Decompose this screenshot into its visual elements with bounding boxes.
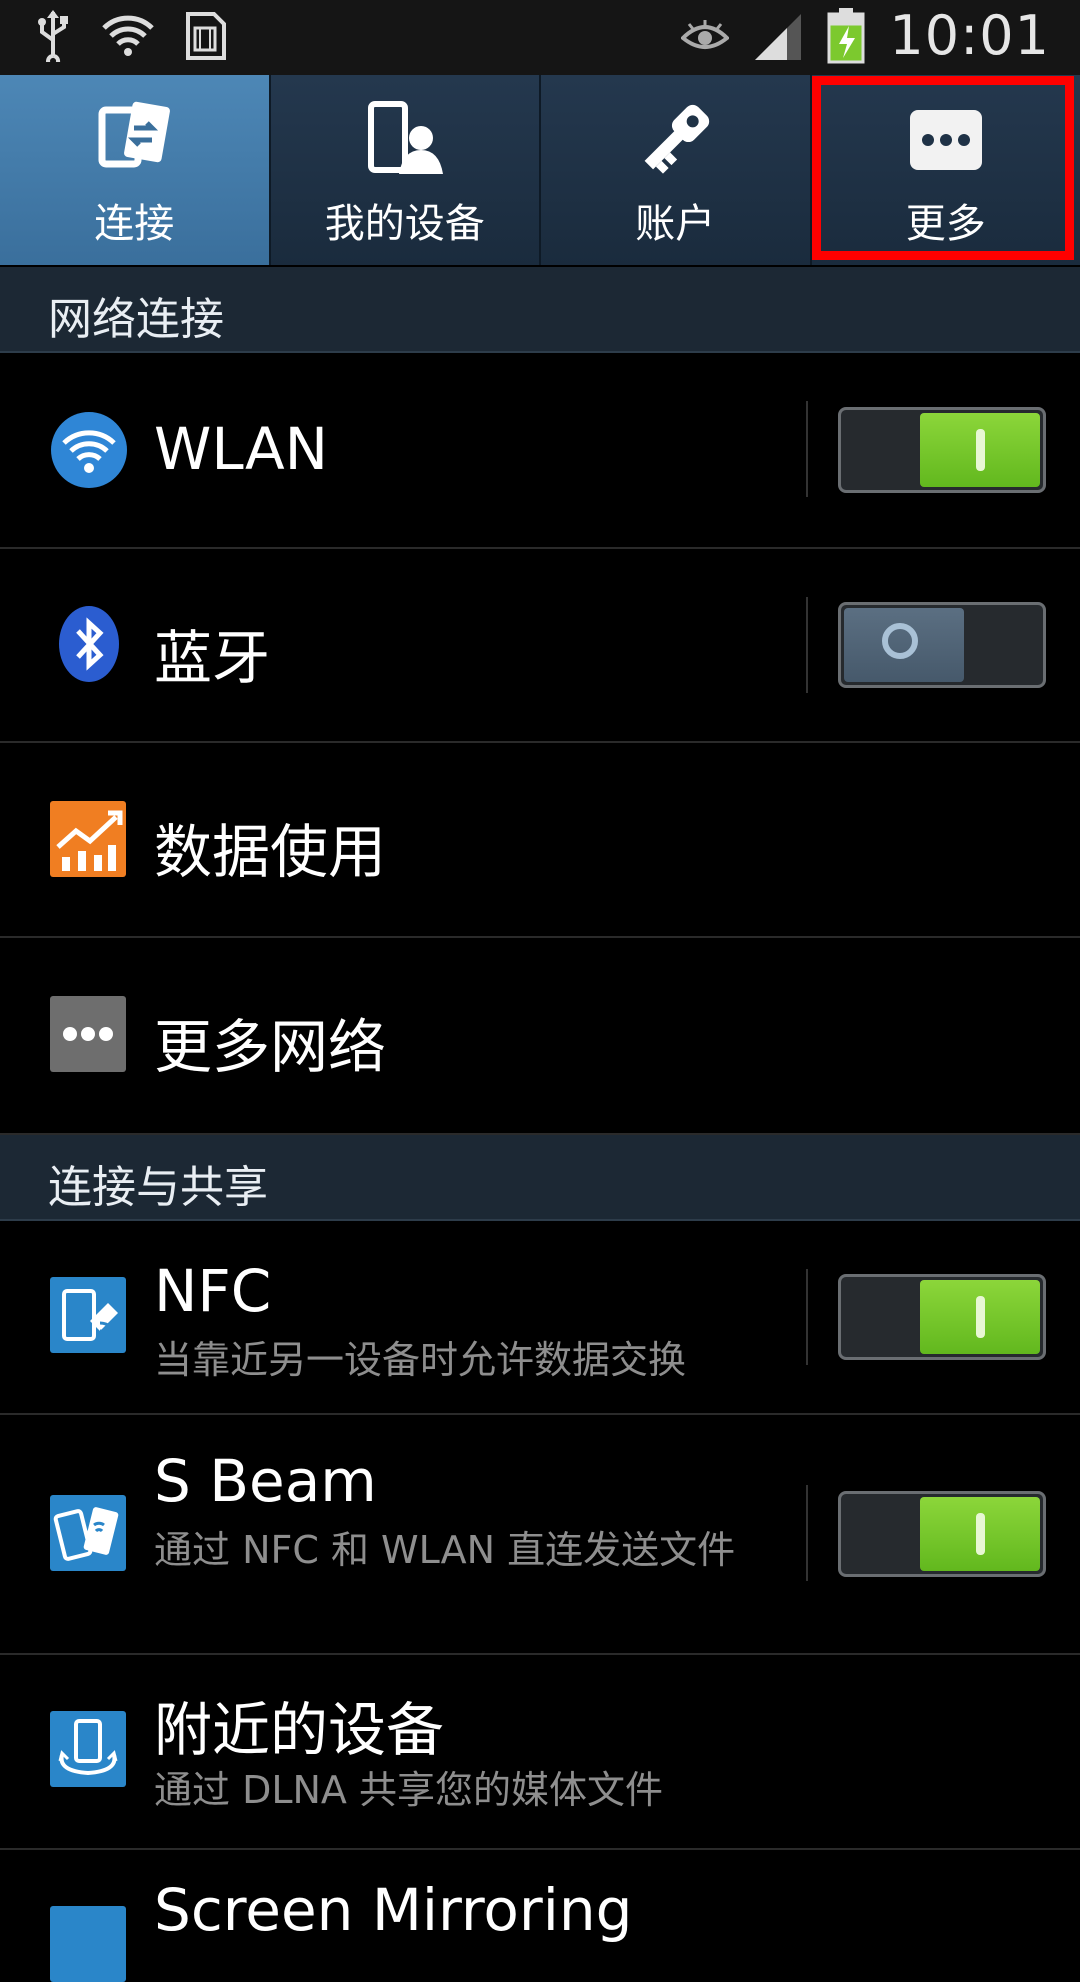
screen-mirroring-title: Screen Mirroring: [154, 1876, 632, 1944]
bluetooth-toggle[interactable]: [838, 602, 1046, 688]
sim-icon: [184, 10, 228, 62]
nfc-subtitle: 当靠近另一设备时允许数据交换: [154, 1335, 774, 1385]
section-header-network: 网络连接: [0, 267, 1080, 353]
screen-mirroring-icon: [50, 1906, 126, 1982]
nfc-title: NFC: [154, 1257, 271, 1325]
bluetooth-title: 蓝牙: [154, 611, 270, 695]
section-header-sharing: 连接与共享: [0, 1135, 1080, 1221]
more-networks-icon: [50, 996, 126, 1072]
list-item-s-beam[interactable]: S Beam 通过 NFC 和 WLAN 直连发送文件: [0, 1415, 1080, 1655]
nfc-icon: [50, 1277, 126, 1353]
eye-icon: [681, 18, 729, 54]
list-item-nfc[interactable]: NFC 当靠近另一设备时允许数据交换: [0, 1221, 1080, 1415]
toggle-knob: [920, 1280, 1040, 1354]
divider: [806, 1485, 808, 1581]
list-item-wlan[interactable]: WLAN: [0, 353, 1080, 549]
settings-tab-bar: 连接 我的设备 账户 更多: [0, 75, 1080, 265]
status-bar: 10:01: [0, 0, 1080, 75]
clock: 10:01: [889, 4, 1050, 67]
toggle-knob: [920, 413, 1040, 487]
tab-accounts[interactable]: 账户: [541, 75, 812, 265]
key-icon: [635, 100, 715, 178]
nearby-devices-subtitle: 通过 DLNA 共享您的媒体文件: [154, 1765, 774, 1815]
tab-label: 账户: [635, 191, 715, 249]
list-item-nearby-devices[interactable]: 附近的设备 通过 DLNA 共享您的媒体文件: [0, 1655, 1080, 1850]
usb-icon: [34, 10, 72, 62]
nearby-devices-icon: [50, 1711, 126, 1787]
list-item-bluetooth[interactable]: 蓝牙: [0, 549, 1080, 743]
list-item-data-usage[interactable]: 数据使用: [0, 743, 1080, 938]
my-device-icon: [365, 100, 445, 178]
list-item-screen-mirroring[interactable]: Screen Mirroring: [0, 1850, 1080, 1970]
connections-icon: [94, 100, 174, 178]
tab-label: 更多: [906, 191, 986, 249]
tab-my-device[interactable]: 我的设备: [271, 75, 542, 265]
divider: [806, 401, 808, 497]
tab-more[interactable]: 更多: [812, 75, 1080, 265]
divider: [806, 1269, 808, 1365]
wifi-question-icon: [102, 14, 154, 58]
nfc-toggle[interactable]: [838, 1274, 1046, 1360]
tab-connections[interactable]: 连接: [0, 75, 271, 265]
signal-icon: [753, 10, 803, 62]
section-title: 连接与共享: [48, 1151, 268, 1215]
tab-label: 我的设备: [325, 191, 485, 249]
wlan-toggle[interactable]: [838, 407, 1046, 493]
battery-charging-icon: [827, 8, 865, 64]
toggle-knob: [844, 608, 964, 682]
more-networks-title: 更多网络: [154, 1000, 386, 1084]
s-beam-icon: [50, 1495, 126, 1571]
s-beam-subtitle: 通过 NFC 和 WLAN 直连发送文件: [154, 1525, 774, 1575]
s-beam-title: S Beam: [154, 1447, 377, 1515]
bluetooth-icon: [50, 605, 128, 683]
toggle-knob: [920, 1497, 1040, 1571]
wifi-icon: [50, 411, 128, 489]
data-usage-title: 数据使用: [154, 805, 386, 889]
wlan-title: WLAN: [154, 415, 328, 483]
list-item-more-networks[interactable]: 更多网络: [0, 938, 1080, 1135]
section-title: 网络连接: [48, 283, 224, 347]
nearby-devices-title: 附近的设备: [154, 1683, 444, 1767]
s-beam-toggle[interactable]: [838, 1491, 1046, 1577]
tab-label: 连接: [94, 191, 174, 249]
data-usage-icon: [50, 801, 126, 877]
divider: [806, 597, 808, 693]
more-icon: [906, 100, 986, 178]
